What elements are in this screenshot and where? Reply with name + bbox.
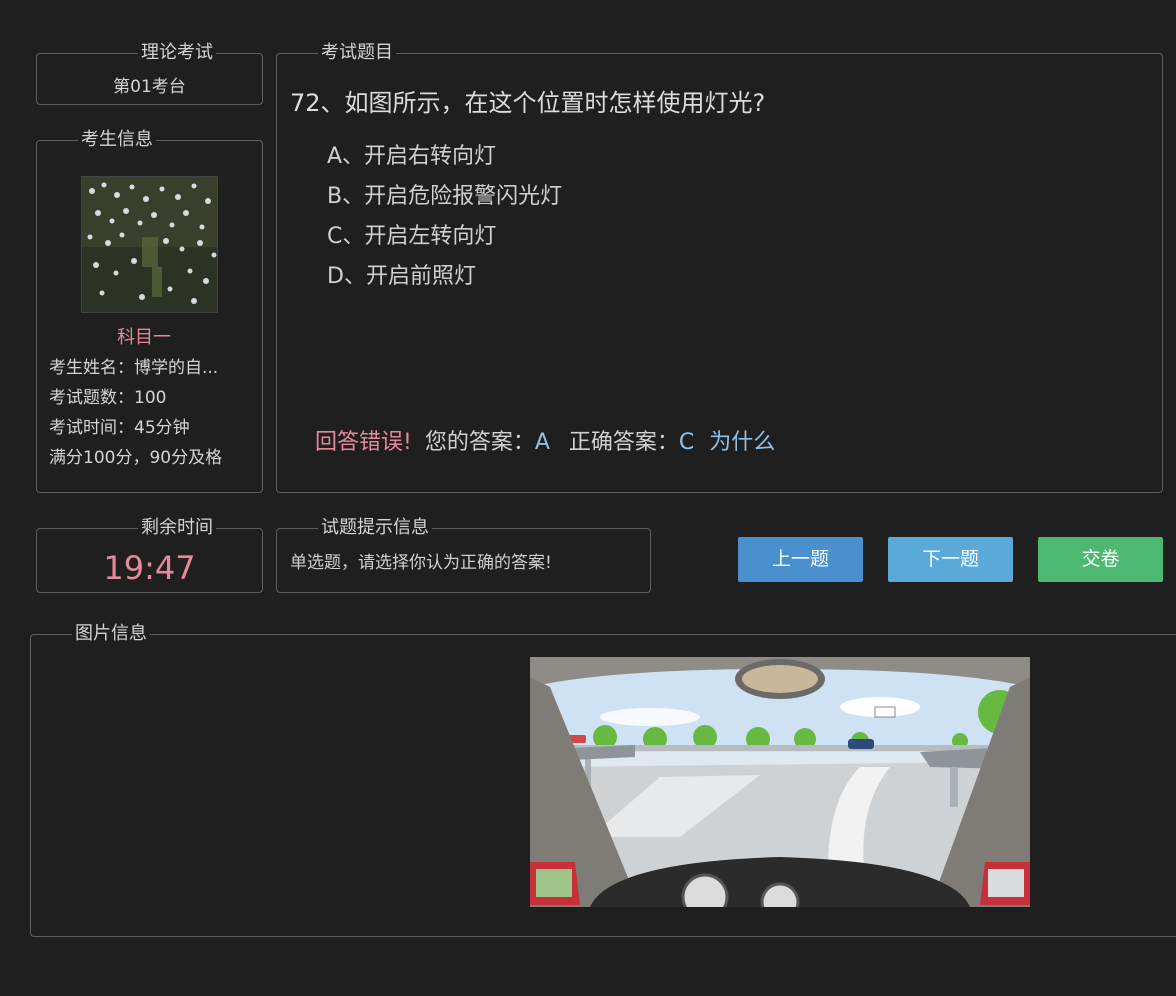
question-panel: 考试题目 72、如图所示，在这个位置时怎样使用灯光? A、开启右转向灯 B、开启… bbox=[276, 42, 1163, 493]
timer-panel: 剩余时间 19:47 bbox=[36, 517, 263, 593]
exam-panel: 理论考试 第01考台 bbox=[36, 42, 263, 105]
option-a[interactable]: A、开启右转向灯 bbox=[327, 138, 496, 170]
hint-panel: 试题提示信息 单选题，请选择你认为正确的答案! bbox=[276, 517, 651, 593]
student-name: 考生姓名：博学的自... bbox=[49, 358, 219, 378]
question-legend: 考试题目 bbox=[318, 42, 396, 64]
exam-duration: 考试时间：45分钟 bbox=[49, 418, 190, 438]
result-status: 回答错误! bbox=[315, 430, 412, 455]
option-d[interactable]: D、开启前照灯 bbox=[327, 258, 476, 290]
exam-seat: 第01考台 bbox=[113, 77, 186, 97]
image-info-panel: 图片信息 bbox=[30, 623, 1176, 937]
prev-question-button[interactable]: 上一题 bbox=[738, 537, 863, 582]
student-legend: 考生信息 bbox=[78, 129, 156, 151]
correct-answer-value: C bbox=[678, 430, 695, 455]
subject-label: 科目一 bbox=[117, 327, 171, 348]
question-title: 72、如图所示，在这个位置时怎样使用灯光? bbox=[290, 89, 766, 117]
why-link[interactable]: 为什么 bbox=[709, 430, 775, 455]
hint-text: 单选题，请选择你认为正确的答案! bbox=[290, 553, 552, 573]
timer-legend: 剩余时间 bbox=[138, 517, 216, 539]
correct-answer-label: 正确答案： bbox=[568, 430, 679, 455]
answer-result: 回答错误! 您的答案：A 正确答案：C 为什么 bbox=[315, 424, 775, 456]
option-b[interactable]: B、开启危险报警闪光灯 bbox=[327, 178, 562, 210]
exam-legend: 理论考试 bbox=[138, 42, 216, 64]
hint-legend: 试题提示信息 bbox=[318, 517, 432, 539]
avatar bbox=[81, 176, 218, 313]
submit-exam-button[interactable]: 交卷 bbox=[1038, 537, 1163, 582]
question-count: 考试题数：100 bbox=[49, 388, 167, 408]
your-answer-value: A bbox=[534, 430, 550, 455]
your-answer-label: 您的答案： bbox=[424, 430, 535, 455]
driving-scene-image bbox=[530, 657, 1030, 907]
option-c[interactable]: C、开启左转向灯 bbox=[327, 218, 496, 250]
remaining-time: 19:47 bbox=[103, 549, 196, 587]
student-info-panel: 考生信息 科目一 考生姓名：博学的自... 考试题数：100 考试时间：45分钟… bbox=[36, 129, 263, 493]
question-image bbox=[530, 657, 1030, 907]
image-legend: 图片信息 bbox=[72, 623, 150, 645]
next-question-button[interactable]: 下一题 bbox=[888, 537, 1013, 582]
score-rule: 满分100分，90分及格 bbox=[49, 448, 223, 468]
avatar-photo bbox=[82, 177, 217, 312]
